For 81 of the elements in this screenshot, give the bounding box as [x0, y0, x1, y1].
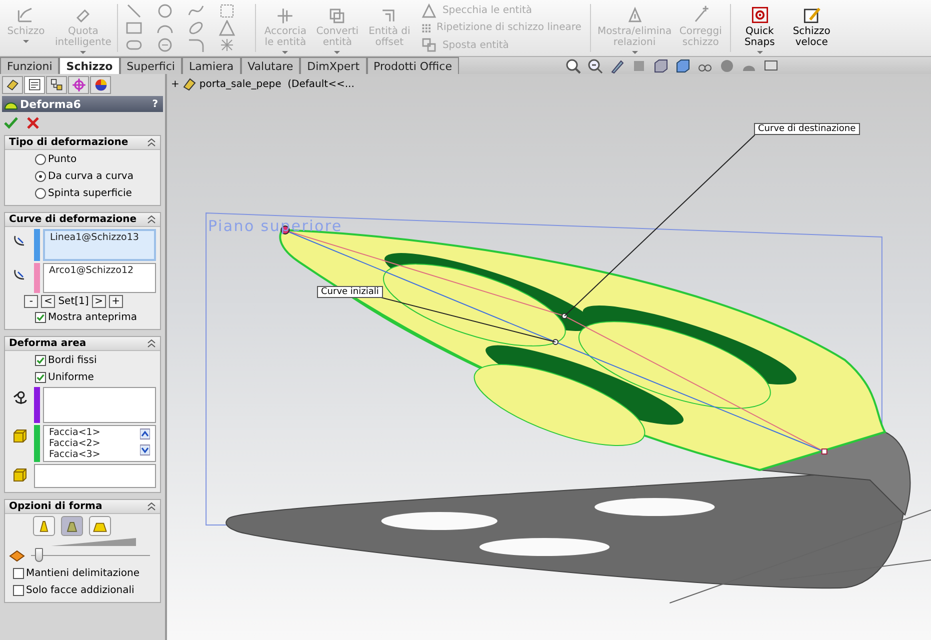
scroll-arrows-icon[interactable]: [140, 427, 150, 457]
checkbox[interactable]: [13, 585, 24, 596]
collapse-icon[interactable]: [147, 502, 156, 511]
checkbox[interactable]: [13, 568, 24, 579]
checkbox-label: Solo facce addizionali: [26, 585, 134, 596]
tree-icon: [48, 77, 64, 93]
nav-button[interactable]: -: [24, 295, 38, 308]
selection-list[interactable]: Faccia<1> Faccia<2> Faccia<3>: [43, 425, 156, 462]
ribbon-tab[interactable]: Funzioni: [0, 57, 60, 74]
checkbox-label: Mostra anteprima: [48, 312, 137, 323]
plane-label: Piano superiore: [208, 217, 342, 235]
selection-field[interactable]: [43, 387, 156, 423]
checkbox[interactable]: [35, 355, 46, 366]
shape-button[interactable]: [89, 516, 111, 536]
wedge-icon: [51, 538, 136, 546]
caret-icon: [334, 51, 340, 54]
radio-button[interactable]: [35, 188, 46, 199]
section-title: Deforma area: [9, 338, 86, 349]
part-icon: [4, 77, 20, 93]
section-title: Opzioni di forma: [9, 501, 102, 512]
tree-item[interactable]: porta_sale_pepe (Default<<...: [199, 78, 354, 90]
panel-tab[interactable]: [24, 76, 45, 94]
selection-field[interactable]: Arco1@Schizzo12: [43, 263, 156, 293]
panel-title: Deforma6: [20, 98, 81, 110]
panel-tab[interactable]: [2, 76, 23, 94]
zoom-icon[interactable]: [586, 58, 603, 74]
section-title: Curve di deformazione: [9, 214, 137, 225]
callout-label: Curve iniziali: [317, 286, 383, 298]
radio-label: Spinta superficie: [48, 188, 132, 199]
radio-label: Da curva a curva: [48, 171, 134, 182]
caret-icon: [80, 51, 86, 54]
checkbox[interactable]: [35, 312, 46, 323]
cancel-icon[interactable]: [26, 116, 40, 130]
list-item[interactable]: Faccia<3>: [49, 449, 100, 460]
checkbox-label: Bordi fissi: [48, 355, 97, 366]
monitor-icon[interactable]: [762, 58, 779, 74]
zoom-icon[interactable]: [564, 58, 581, 74]
checkbox-label: Mantieni delimitazione: [26, 568, 140, 579]
ribbon-tab[interactable]: Valutare: [240, 57, 300, 74]
nav-button[interactable]: <: [41, 295, 56, 308]
color-wheel-icon: [92, 77, 108, 93]
collapse-icon[interactable]: [147, 339, 156, 348]
caret-icon: [282, 51, 288, 54]
checkbox-label: Uniforme: [48, 372, 94, 383]
radio-button[interactable]: [35, 154, 46, 165]
panel-tab[interactable]: [46, 76, 67, 94]
ribbon-tab[interactable]: Prodotti Office: [366, 57, 459, 74]
list-icon: [26, 77, 42, 93]
caret-icon: [756, 51, 763, 54]
radio-label: Punto: [48, 154, 77, 165]
section-title: Tipo di deformazione: [9, 137, 128, 148]
ribbon-tab[interactable]: Superfici: [120, 57, 182, 74]
help-button[interactable]: ?: [152, 98, 158, 110]
list-item[interactable]: Faccia<2>: [49, 438, 100, 449]
collapse-icon[interactable]: [147, 215, 156, 224]
shape-button[interactable]: [61, 516, 83, 536]
selection-field[interactable]: Linea1@Schizzo13: [43, 229, 156, 261]
radio-button[interactable]: [35, 171, 46, 182]
toolbar-button[interactable]: Schizzo veloce: [786, 0, 838, 56]
expand-toggle[interactable]: +: [171, 78, 180, 90]
panel-tab[interactable]: [90, 76, 111, 94]
list-item[interactable]: Faccia<1>: [49, 427, 100, 438]
caret-icon: [23, 40, 29, 43]
caret-icon: [632, 51, 638, 54]
target-icon: [70, 77, 86, 93]
anchor-icon: [12, 390, 28, 406]
part-icon: [182, 77, 196, 91]
toolbar-button[interactable]: Quick Snaps: [734, 0, 786, 56]
collapse-icon[interactable]: [147, 138, 156, 147]
shape-button[interactable]: [33, 516, 55, 536]
set-label: Set[1]: [58, 296, 89, 307]
nav-button[interactable]: >: [92, 295, 106, 308]
ribbon-tab[interactable]: Lamiera: [182, 57, 241, 74]
nav-button[interactable]: +: [108, 295, 123, 308]
shape-icon: [9, 550, 25, 562]
selection-field[interactable]: [34, 464, 156, 488]
callout-label: Curve di destinazione: [754, 123, 860, 135]
checkbox[interactable]: [35, 372, 46, 383]
ribbon-tab[interactable]: DimXpert: [300, 57, 367, 74]
slider-thumb[interactable]: [34, 548, 43, 562]
ribbon-tab[interactable]: Schizzo: [59, 57, 120, 74]
